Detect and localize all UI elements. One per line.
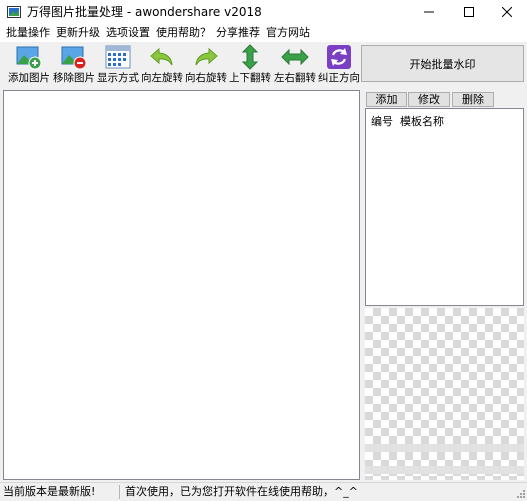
add-template-label: 添加: [375, 93, 398, 106]
app-icon: [7, 6, 21, 18]
correct-orientation-icon: [327, 45, 351, 69]
rotate-left-icon: [150, 47, 173, 66]
display-mode-button[interactable]: 显示方式: [96, 43, 140, 87]
minimize-button[interactable]: [409, 0, 449, 24]
column-header-number[interactable]: 编号: [371, 113, 393, 129]
image-list[interactable]: [3, 90, 360, 480]
display-mode-label: 显示方式: [97, 72, 139, 84]
maximize-icon: [464, 7, 474, 17]
remove-image-icon: [61, 46, 87, 70]
rotate-right-button[interactable]: 向右旋转: [184, 43, 228, 87]
close-button[interactable]: [487, 0, 527, 24]
add-image-icon: [16, 46, 42, 70]
rotate-right-icon: [195, 47, 218, 66]
status-bar: 当前版本是最新版! 首次使用，已为您打开软件在线使用帮助，^_^: [0, 482, 527, 500]
menu-share[interactable]: 分享推荐: [214, 24, 262, 42]
menu-help[interactable]: 使用帮助？: [154, 24, 213, 42]
edit-template-label: 修改: [418, 93, 440, 106]
correct-orientation-label: 纠正方向: [318, 72, 360, 84]
add-image-label: 添加图片: [8, 72, 50, 84]
column-header-template-name[interactable]: 模板名称: [400, 113, 444, 129]
correct-orientation-button[interactable]: 纠正方向: [318, 43, 360, 87]
preview-scrollbar[interactable]: [365, 466, 524, 474]
menu-bar: 批量操作 更新升级 选项设置 使用帮助？ 分享推荐 官方网站: [0, 24, 527, 42]
menu-website[interactable]: 官方网站: [264, 24, 312, 42]
rotate-right-label: 向右旋转: [185, 72, 227, 84]
remove-image-label: 移除图片: [53, 72, 95, 84]
close-icon: [502, 7, 512, 17]
flip-horizontal-icon: [281, 48, 309, 66]
edit-template-button[interactable]: 修改: [408, 92, 450, 107]
main-window: 万得图片批量处理 - awondershare v2018 批量操作 更新升级 …: [0, 0, 527, 500]
status-separator: [119, 485, 120, 499]
menu-options[interactable]: 选项设置: [104, 24, 152, 42]
window-title: 万得图片批量处理 - awondershare v2018: [27, 5, 262, 19]
delete-template-button[interactable]: 删除: [452, 92, 494, 107]
flip-horizontal-button[interactable]: 左右翻转: [272, 43, 318, 87]
flip-horizontal-label: 左右翻转: [274, 72, 316, 84]
maximize-button[interactable]: [449, 0, 489, 24]
watermark-preview: [365, 308, 524, 480]
minimize-icon: [424, 11, 434, 13]
rotate-left-label: 向左旋转: [141, 72, 183, 84]
add-image-button[interactable]: 添加图片: [7, 43, 51, 87]
flip-vertical-icon: [241, 44, 259, 70]
menu-batch-ops[interactable]: 批量操作: [4, 24, 52, 42]
flip-vertical-label: 上下翻转: [229, 72, 271, 84]
menu-update[interactable]: 更新升级: [54, 24, 102, 42]
rotate-left-button[interactable]: 向左旋转: [140, 43, 184, 87]
preview-divider: [365, 444, 524, 452]
add-template-button[interactable]: 添加: [366, 92, 407, 107]
help-status: 首次使用，已为您打开软件在线使用帮助，^_^: [125, 485, 358, 498]
start-batch-watermark-label: 开始批量水印: [409, 57, 476, 71]
template-table[interactable]: 编号 模板名称: [365, 108, 524, 306]
start-batch-watermark-button[interactable]: 开始批量水印: [361, 45, 524, 82]
toolbar: 添加图片 移除图片 显示方式 向左旋转 向右旋转 上下翻转 左右翻转 纠正方向: [0, 42, 360, 88]
delete-template-label: 删除: [462, 93, 484, 106]
remove-image-button[interactable]: 移除图片: [52, 43, 96, 87]
resize-grip-icon[interactable]: [515, 488, 525, 498]
version-status: 当前版本是最新版!: [3, 485, 96, 498]
display-mode-icon: [105, 45, 131, 69]
title-bar: 万得图片批量处理 - awondershare v2018: [0, 0, 527, 24]
flip-vertical-button[interactable]: 上下翻转: [228, 43, 272, 87]
